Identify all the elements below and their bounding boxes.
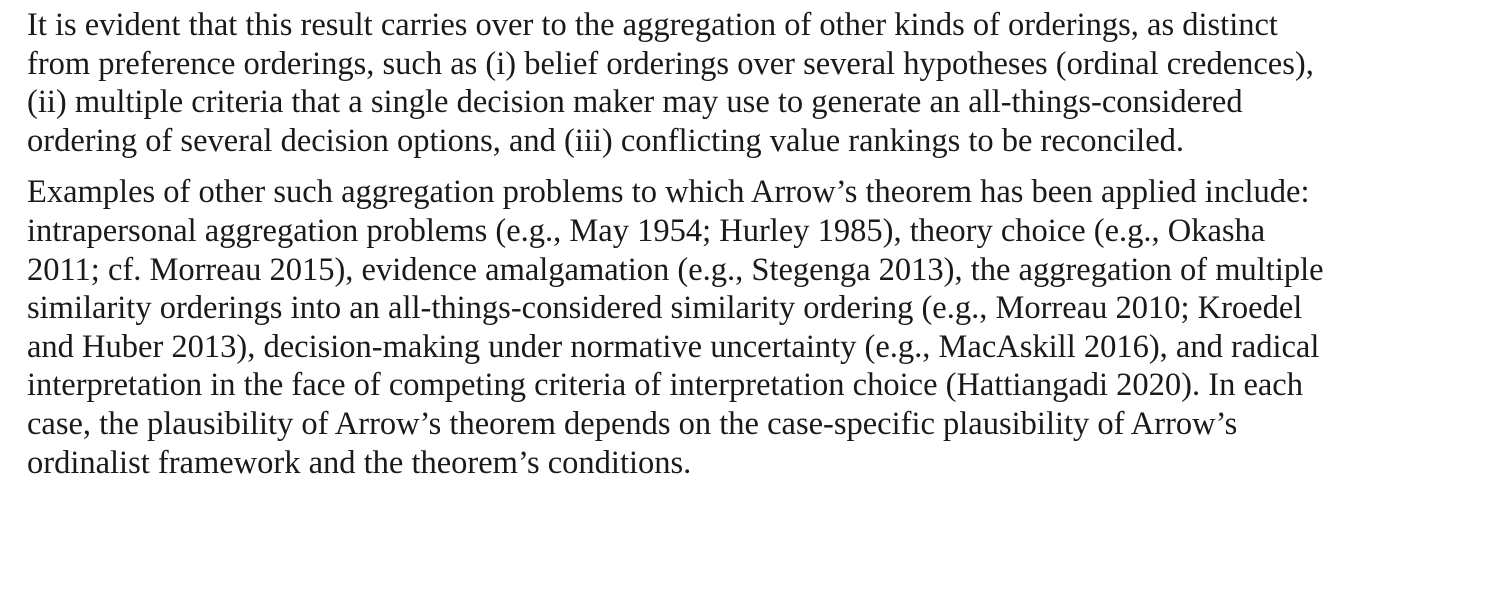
paragraph-arrow-applications: Examples of other such aggregation probl… [27,173,1477,482]
paragraph-line: interpretation in the face of competing … [27,367,1303,404]
paragraph-line: 2011; cf. Morreau 2015), evidence amalga… [27,251,1324,288]
paragraph-line: (ii) multiple criteria that a single dec… [27,84,1243,121]
article-body: It is evident that this result carries o… [27,6,1477,482]
paragraph-line: ordering of several decision options, an… [27,122,1185,159]
paragraph-line: It is evident that this result carries o… [27,7,1278,43]
paragraph-line: case, the plausibility of Arrow’s theore… [27,405,1238,442]
paragraph-aggregation-orderings: It is evident that this result carries o… [27,6,1477,160]
paragraph-line: ordinalist framework and the theorem’s c… [27,444,692,481]
paragraph-line: similarity orderings into an all-things-… [27,290,1303,327]
paragraph-line: Examples of other such aggregation probl… [27,174,1310,211]
paragraph-line: from preference orderings, such as (i) b… [27,45,1314,82]
paragraph-line: and Huber 2013), decision-making under n… [27,328,1320,365]
paragraph-line: intrapersonal aggregation problems (e.g.… [27,212,1266,249]
